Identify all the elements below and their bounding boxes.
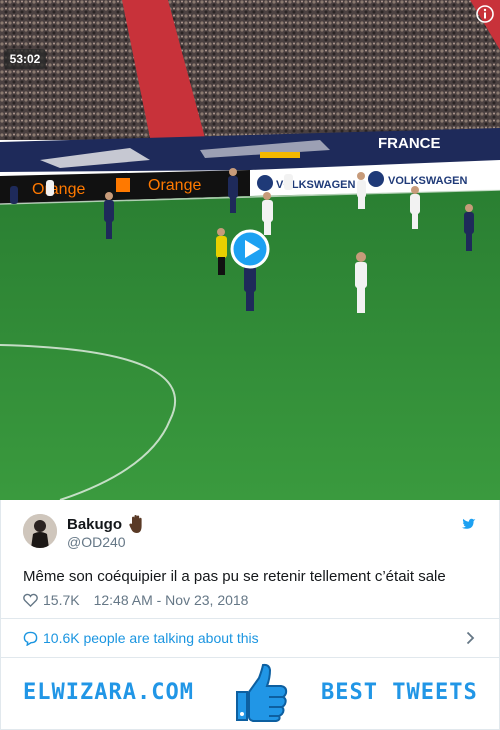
display-name[interactable]: Bakugo bbox=[67, 516, 122, 533]
tweet-timestamp[interactable]: 12:48 AM - Nov 23, 2018 bbox=[94, 592, 249, 608]
thumbs-up-icon bbox=[236, 663, 288, 722]
user-handle[interactable]: @OD240 bbox=[67, 534, 126, 550]
chevron-right-icon[interactable] bbox=[466, 631, 475, 645]
tweet-text: Même son coéquipier il a pas pu se reten… bbox=[23, 568, 446, 585]
author-name-row[interactable]: Bakugo bbox=[67, 514, 146, 534]
heart-icon[interactable] bbox=[23, 593, 38, 607]
tweet-meta: 15.7K 12:48 AM - Nov 23, 2018 bbox=[23, 592, 248, 608]
like-count[interactable]: 15.7K bbox=[43, 592, 80, 608]
ad-vw-2: VOLKSWAGEN bbox=[388, 175, 468, 187]
twitter-bird-icon[interactable] bbox=[460, 516, 478, 532]
ad-orange-1: Orange bbox=[32, 181, 85, 198]
talking-about-link[interactable]: 10.6K people are talking about this bbox=[23, 630, 259, 646]
site-name[interactable]: ELWIZARA.COM bbox=[23, 680, 194, 705]
avatar[interactable] bbox=[23, 514, 57, 548]
divider bbox=[1, 618, 499, 619]
best-tweets-label: BEST TWEETS bbox=[321, 680, 478, 705]
tweet-card: Bakugo @OD240 Même son coéquipier il a p… bbox=[0, 500, 500, 658]
raised-hand-icon bbox=[129, 515, 142, 533]
ad-orange-2: Orange bbox=[148, 177, 201, 194]
video-timer: 53:02 bbox=[4, 49, 46, 69]
footer-banner: ELWIZARA.COM BEST TWEETS bbox=[0, 658, 500, 730]
comment-bubble-icon bbox=[23, 631, 38, 646]
play-button[interactable] bbox=[230, 229, 270, 269]
talking-count-label[interactable]: 10.6K people are talking about this bbox=[43, 630, 259, 646]
banner-france: FRANCE bbox=[378, 135, 441, 152]
video-player[interactable]: FRANCE Orange Orange VOLKSWAGEN VOLKSWAG… bbox=[0, 0, 500, 500]
info-icon[interactable] bbox=[476, 5, 494, 23]
